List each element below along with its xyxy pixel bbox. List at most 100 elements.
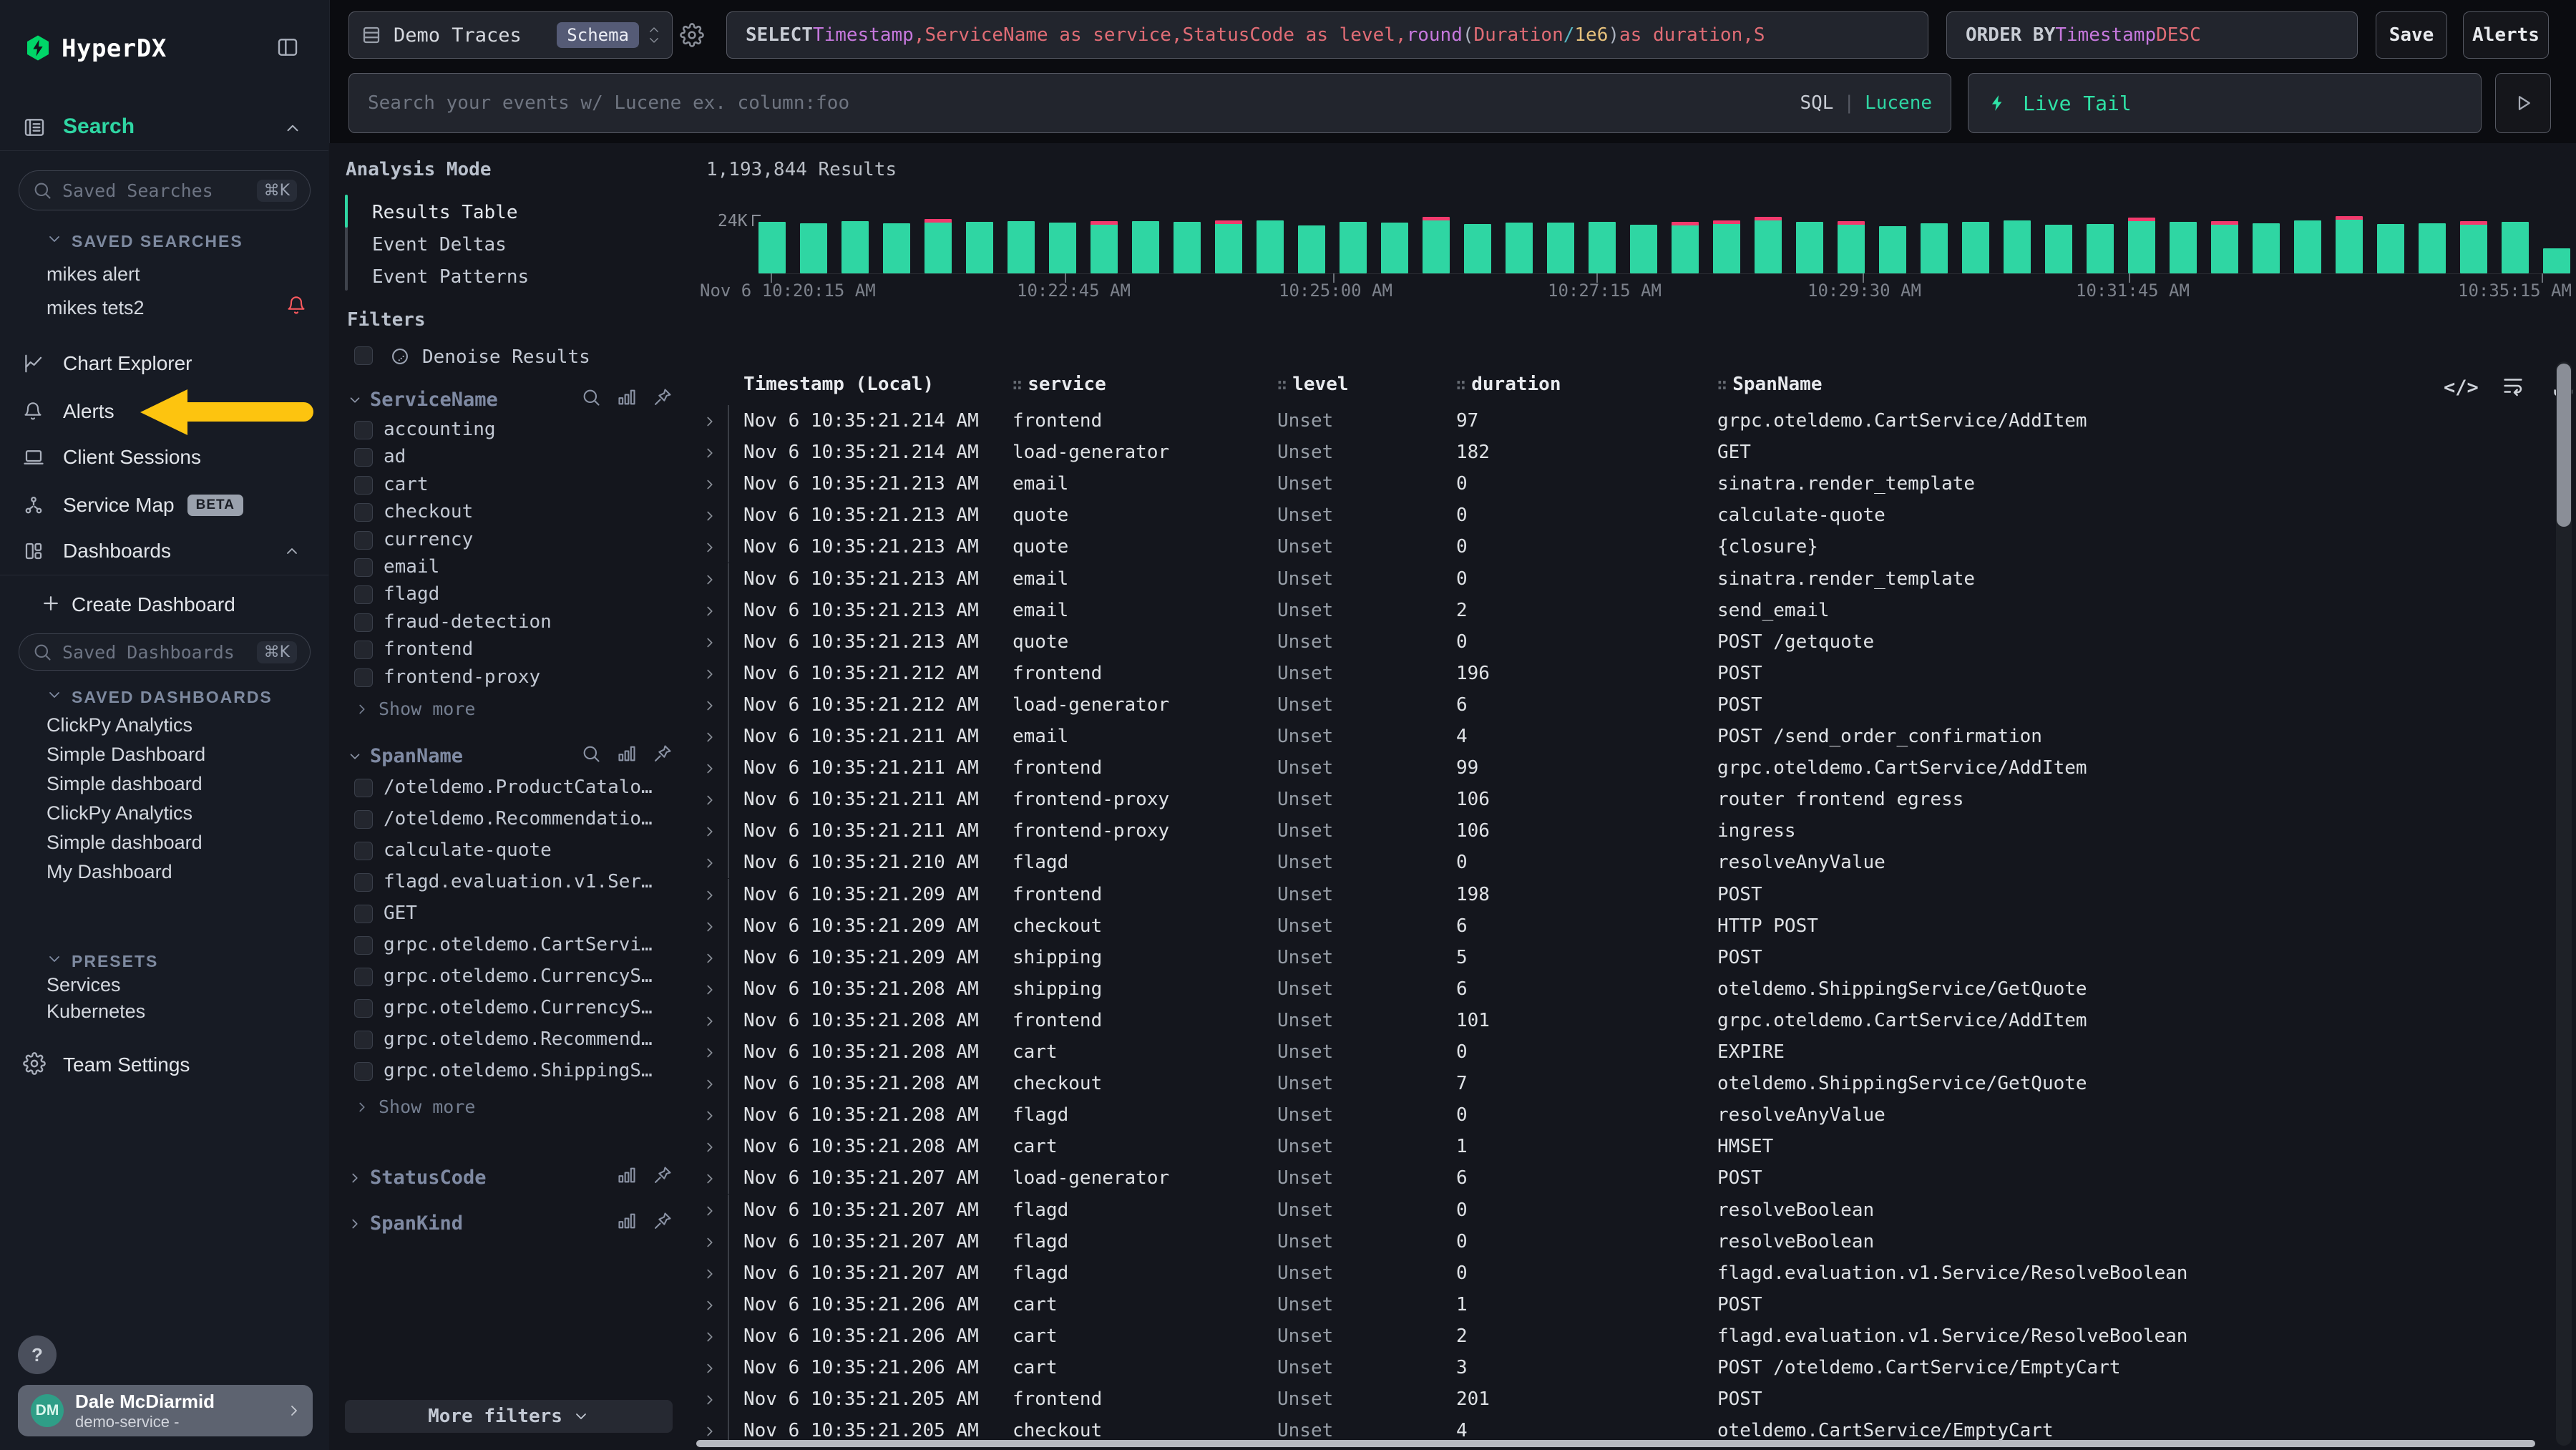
- alerts-button[interactable]: Alerts: [2463, 11, 2549, 59]
- live-tail-button[interactable]: Live Tail: [1968, 73, 2482, 133]
- filter-checkbox[interactable]: [354, 936, 373, 955]
- filter-item-label[interactable]: calculate-quote: [384, 840, 552, 861]
- filter-checkbox[interactable]: [354, 810, 373, 829]
- histogram-bar[interactable]: [800, 223, 827, 273]
- filter-group-spankind[interactable]: SpanKind: [347, 1212, 463, 1235]
- filter-item-label[interactable]: email: [384, 556, 439, 578]
- search-icon[interactable]: [581, 744, 601, 764]
- pin-icon[interactable]: [653, 744, 673, 764]
- filter-checkbox[interactable]: [354, 476, 373, 495]
- filter-item-label[interactable]: grpc.oteldemo.CartServi…: [384, 934, 653, 955]
- histogram-bar[interactable]: [1298, 225, 1325, 273]
- chevron-down-icon[interactable]: [46, 230, 63, 248]
- denoise-label[interactable]: Denoise Results: [422, 346, 590, 368]
- saved-dashboard-item[interactable]: ClickPy Analytics: [47, 802, 192, 824]
- presets-group-label[interactable]: PRESETS: [72, 952, 158, 971]
- table-row[interactable]: Nov 6 10:35:21.206 AMcartUnset1POST: [691, 1289, 2551, 1320]
- preset-item[interactable]: Services: [47, 974, 121, 996]
- histogram-bar[interactable]: [1340, 222, 1367, 273]
- search-icon[interactable]: [581, 387, 601, 407]
- lang-lucene-toggle[interactable]: Lucene: [1865, 92, 1932, 114]
- histogram-bar[interactable]: [1091, 221, 1118, 273]
- filter-checkbox[interactable]: [354, 1031, 373, 1049]
- expand-row-icon[interactable]: [702, 563, 718, 595]
- expand-row-icon[interactable]: [702, 405, 718, 437]
- lang-sql-toggle[interactable]: SQL: [1800, 92, 1833, 114]
- sidebar-item-dashboards[interactable]: Dashboards: [0, 532, 329, 570]
- filter-checkbox[interactable]: [354, 558, 373, 577]
- filter-item-label[interactable]: grpc.oteldemo.Recommend…: [384, 1028, 653, 1050]
- expand-row-icon[interactable]: [702, 1257, 718, 1289]
- expand-row-icon[interactable]: [702, 1226, 718, 1257]
- histogram-bar[interactable]: [1506, 223, 1533, 273]
- chevron-down-icon[interactable]: [46, 686, 63, 704]
- filter-item-label[interactable]: grpc.oteldemo.ShippingS…: [384, 1060, 653, 1081]
- expand-row-icon[interactable]: [702, 847, 718, 878]
- expand-row-icon[interactable]: [702, 910, 718, 942]
- expand-row-icon[interactable]: [702, 1099, 718, 1131]
- chart-icon[interactable]: [617, 1165, 637, 1185]
- histogram-bar[interactable]: [2211, 221, 2238, 273]
- filter-item-label[interactable]: grpc.oteldemo.CurrencyS…: [384, 965, 653, 987]
- histogram-bar[interactable]: [841, 221, 869, 273]
- denoise-checkbox[interactable]: [354, 346, 373, 365]
- chart-icon[interactable]: [617, 744, 637, 764]
- scrollbar-thumb[interactable]: [2557, 364, 2571, 527]
- histogram-bar[interactable]: [1257, 220, 1284, 273]
- histogram-bar[interactable]: [2377, 224, 2404, 273]
- pin-icon[interactable]: [653, 387, 673, 407]
- histogram-bar[interactable]: [1132, 221, 1159, 273]
- expand-row-icon[interactable]: [702, 1036, 718, 1068]
- pin-icon[interactable]: [653, 1211, 673, 1231]
- histogram-bar[interactable]: [2045, 225, 2072, 273]
- filter-group-servicename[interactable]: ServiceName: [347, 389, 498, 411]
- histogram-bar[interactable]: [1547, 223, 1574, 273]
- show-more-button[interactable]: Show more: [354, 1096, 475, 1117]
- histogram-bar[interactable]: [883, 223, 910, 273]
- chart-icon[interactable]: [617, 387, 637, 407]
- table-row[interactable]: Nov 6 10:35:21.209 AMcheckoutUnset6HTTP …: [691, 910, 2551, 942]
- histogram-bar[interactable]: [1962, 222, 1989, 273]
- chart-icon[interactable]: [617, 1211, 637, 1231]
- saved-dashboards-input[interactable]: Saved Dashboards ⌘K: [19, 633, 311, 671]
- column-header-level[interactable]: ∷level: [1277, 374, 1349, 395]
- play-button[interactable]: [2495, 73, 2551, 133]
- expand-row-icon[interactable]: [702, 1352, 718, 1383]
- expand-row-icon[interactable]: [702, 1383, 718, 1415]
- filter-checkbox[interactable]: [354, 613, 373, 632]
- expand-row-icon[interactable]: [702, 1131, 718, 1162]
- filter-checkbox[interactable]: [354, 842, 373, 860]
- column-header-timestamp-local-[interactable]: Timestamp (Local): [743, 374, 934, 395]
- filter-item-label[interactable]: flagd: [384, 583, 439, 605]
- saved-searches-group-label[interactable]: SAVED SEARCHES: [72, 232, 243, 251]
- help-button[interactable]: ?: [18, 1335, 57, 1374]
- chevron-down-icon[interactable]: [347, 392, 363, 408]
- expand-row-icon[interactable]: [702, 626, 718, 658]
- expand-row-icon[interactable]: [702, 437, 718, 468]
- table-row[interactable]: Nov 6 10:35:21.205 AMfrontendUnset201POS…: [691, 1383, 2551, 1415]
- table-row[interactable]: Nov 6 10:35:21.207 AMflagdUnset0resolveB…: [691, 1226, 2551, 1257]
- filter-checkbox[interactable]: [354, 531, 373, 550]
- expand-row-icon[interactable]: [702, 531, 718, 563]
- filter-item-label[interactable]: GET: [384, 902, 417, 924]
- create-dashboard-button[interactable]: Create Dashboard: [72, 593, 235, 616]
- table-row[interactable]: Nov 6 10:35:21.206 AMcartUnset3POST /ote…: [691, 1352, 2551, 1383]
- filter-item-label[interactable]: flagd.evaluation.v1.Ser…: [384, 871, 653, 892]
- filter-item-label[interactable]: currency: [384, 529, 473, 550]
- histogram-bar[interactable]: [1796, 222, 1823, 273]
- histogram-bar[interactable]: [1838, 221, 1865, 273]
- code-view-icon[interactable]: </>: [2444, 376, 2479, 399]
- table-row[interactable]: Nov 6 10:35:21.209 AMshippingUnset5POST: [691, 942, 2551, 973]
- saved-dashboards-group-label[interactable]: SAVED DASHBOARDS: [72, 688, 273, 707]
- table-row[interactable]: Nov 6 10:35:21.207 AMload-generatorUnset…: [691, 1162, 2551, 1194]
- save-button[interactable]: Save: [2376, 11, 2447, 59]
- drag-handle-icon[interactable]: ∷: [1456, 376, 1465, 394]
- filter-item-label[interactable]: grpc.oteldemo.CurrencyS…: [384, 997, 653, 1018]
- wrap-text-icon[interactable]: [2501, 374, 2525, 398]
- more-filters-button[interactable]: More filters: [345, 1400, 673, 1433]
- analysis-mode-event-patterns[interactable]: Event Patterns: [372, 266, 529, 288]
- table-row[interactable]: Nov 6 10:35:21.211 AMfrontend-proxyUnset…: [691, 784, 2551, 815]
- histogram-bar[interactable]: [758, 222, 786, 273]
- filter-checkbox[interactable]: [354, 905, 373, 923]
- filter-item-label[interactable]: frontend-proxy: [384, 666, 540, 688]
